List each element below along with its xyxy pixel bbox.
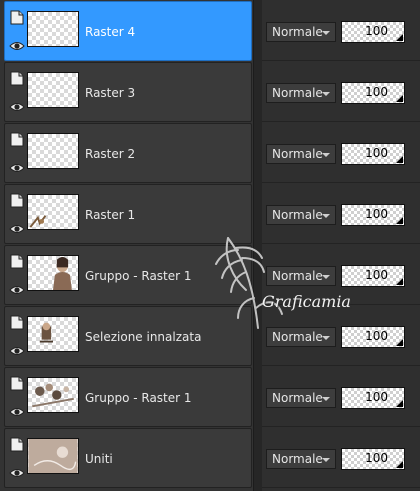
opacity-slider-triangle-icon[interactable] <box>396 95 403 102</box>
layer-name[interactable]: Raster 4 <box>85 25 135 39</box>
layer-name[interactable]: Selezione innalzata <box>85 330 201 344</box>
layer-row[interactable]: Uniti Normale 100 <box>0 427 420 488</box>
layer-properties: Normale 100 <box>262 0 420 61</box>
watermark-text: Graficamia <box>262 292 351 311</box>
opacity-value: 100 <box>365 329 388 343</box>
visibility-eye-icon[interactable] <box>9 467 25 479</box>
blend-mode-select[interactable]: Normale <box>266 449 336 469</box>
layer-type-icon <box>10 315 24 330</box>
opacity-value: 100 <box>365 451 388 465</box>
layer-icon-column <box>8 67 26 119</box>
layer-thumbnail[interactable] <box>27 133 79 169</box>
opacity-input[interactable]: 100 <box>341 82 405 104</box>
layer-type-icon <box>10 71 24 86</box>
opacity-value: 100 <box>365 390 388 404</box>
layer-thumbnail[interactable] <box>27 72 79 108</box>
blend-mode-select[interactable]: Normale <box>266 22 336 42</box>
blend-mode-value: Normale <box>272 86 323 100</box>
layer-properties: Normale 100 <box>262 122 420 183</box>
layer-icon-column <box>8 372 26 424</box>
visibility-eye-icon[interactable] <box>9 40 25 52</box>
layer-item[interactable]: Gruppo - Raster 1 <box>4 367 252 427</box>
opacity-input[interactable]: 100 <box>341 21 405 43</box>
visibility-eye-icon[interactable] <box>9 223 25 235</box>
visibility-eye-icon[interactable] <box>9 345 25 357</box>
opacity-slider-triangle-icon[interactable] <box>396 278 403 285</box>
visibility-eye-icon[interactable] <box>9 101 25 113</box>
layer-name[interactable]: Uniti <box>85 452 113 466</box>
layer-item[interactable]: Uniti <box>4 428 252 488</box>
chevron-down-icon <box>322 153 330 157</box>
opacity-value: 100 <box>365 24 388 38</box>
opacity-slider-triangle-icon[interactable] <box>396 339 403 346</box>
layer-icon-column <box>8 128 26 180</box>
layer-name[interactable]: Raster 3 <box>85 86 135 100</box>
chevron-down-icon <box>322 92 330 96</box>
opacity-input[interactable]: 100 <box>341 143 405 165</box>
layer-thumbnail[interactable] <box>27 438 79 474</box>
visibility-eye-icon[interactable] <box>9 406 25 418</box>
opacity-slider-triangle-icon[interactable] <box>396 156 403 163</box>
layer-type-icon <box>10 376 24 391</box>
layer-item[interactable]: Raster 4 <box>4 1 252 61</box>
layer-icon-column <box>8 6 26 58</box>
chevron-down-icon <box>322 31 330 35</box>
blend-mode-value: Normale <box>272 147 323 161</box>
blend-mode-value: Normale <box>272 452 323 466</box>
layer-row[interactable]: Raster 4 Normale 100 <box>0 0 420 61</box>
layer-thumbnail[interactable] <box>27 316 79 352</box>
layer-type-icon <box>10 193 24 208</box>
layer-icon-column <box>8 189 26 241</box>
layer-name[interactable]: Raster 1 <box>85 208 135 222</box>
blend-mode-select[interactable]: Normale <box>266 144 336 164</box>
opacity-slider-triangle-icon[interactable] <box>396 34 403 41</box>
layer-type-icon <box>10 10 24 25</box>
chevron-down-icon <box>322 214 330 218</box>
blend-mode-select[interactable]: Normale <box>266 205 336 225</box>
layer-thumbnail[interactable] <box>27 255 79 291</box>
opacity-value: 100 <box>365 268 388 282</box>
visibility-eye-icon[interactable] <box>9 284 25 296</box>
layer-type-icon <box>10 132 24 147</box>
layer-thumbnail[interactable] <box>27 377 79 413</box>
layer-name[interactable]: Gruppo - Raster 1 <box>85 391 192 405</box>
opacity-input[interactable]: 100 <box>341 448 405 470</box>
layer-row[interactable]: Gruppo - Raster 1 Normale 100 <box>0 366 420 427</box>
blend-mode-value: Normale <box>272 25 323 39</box>
layer-item[interactable]: Raster 2 <box>4 123 252 183</box>
opacity-input[interactable]: 100 <box>341 387 405 409</box>
layer-thumbnail[interactable] <box>27 11 79 47</box>
layer-row[interactable]: Raster 3 Normale 100 <box>0 61 420 122</box>
layer-type-icon <box>10 254 24 269</box>
visibility-eye-icon[interactable] <box>9 162 25 174</box>
blend-mode-value: Normale <box>272 208 323 222</box>
layer-icon-column <box>8 433 26 485</box>
chevron-down-icon <box>322 397 330 401</box>
layers-panel: Raster 4 Normale 100 Raster 3 Normale 10… <box>0 0 420 491</box>
layer-row[interactable]: Raster 2 Normale 100 <box>0 122 420 183</box>
blend-mode-value: Normale <box>272 391 323 405</box>
blend-mode-select[interactable]: Normale <box>266 388 336 408</box>
opacity-value: 100 <box>365 207 388 221</box>
layer-name[interactable]: Raster 2 <box>85 147 135 161</box>
layer-icon-column <box>8 311 26 363</box>
opacity-value: 100 <box>365 146 388 160</box>
blend-mode-select[interactable]: Normale <box>266 83 336 103</box>
opacity-input[interactable]: 100 <box>341 204 405 226</box>
layer-thumbnail[interactable] <box>27 194 79 230</box>
layer-properties: Normale 100 <box>262 427 420 488</box>
layer-properties: Normale 100 <box>262 366 420 427</box>
layer-item[interactable]: Raster 3 <box>4 62 252 122</box>
feather-watermark-icon <box>215 237 283 329</box>
opacity-slider-triangle-icon[interactable] <box>396 217 403 224</box>
opacity-value: 100 <box>365 85 388 99</box>
chevron-down-icon <box>322 458 330 462</box>
layer-name[interactable]: Gruppo - Raster 1 <box>85 269 192 283</box>
layer-properties: Normale 100 <box>262 61 420 122</box>
layer-type-icon <box>10 437 24 452</box>
layer-icon-column <box>8 250 26 302</box>
opacity-slider-triangle-icon[interactable] <box>396 400 403 407</box>
opacity-slider-triangle-icon[interactable] <box>396 461 403 468</box>
